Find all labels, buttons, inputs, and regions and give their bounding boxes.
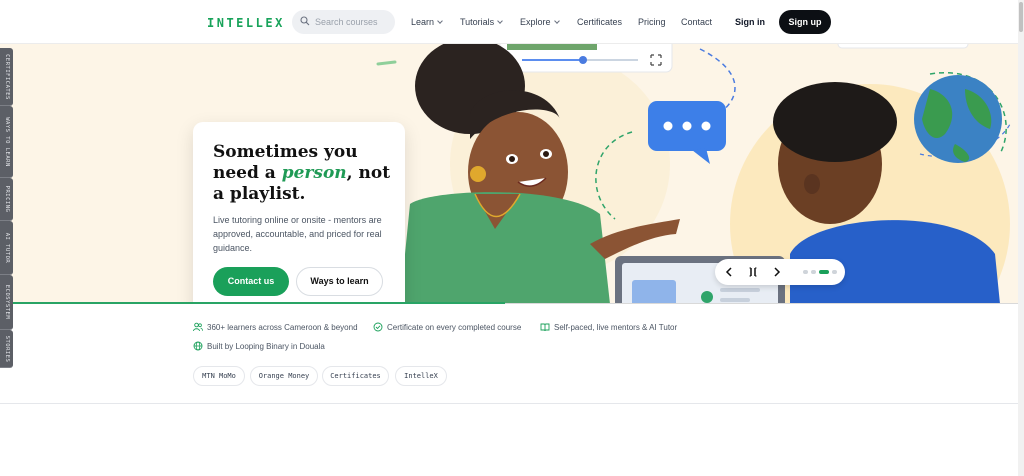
nav-pricing[interactable]: Pricing xyxy=(638,17,666,27)
hero-card: Sometimes you need a person, not a playl… xyxy=(193,122,405,304)
chevron-left-icon[interactable] xyxy=(722,265,736,279)
scrollbar-thumb[interactable] xyxy=(1019,2,1023,32)
contact-us-button[interactable]: Contact us xyxy=(213,267,289,296)
signup-button[interactable]: Sign up xyxy=(779,10,831,34)
pause-icon[interactable] xyxy=(746,265,760,279)
search-box[interactable] xyxy=(292,10,395,34)
section-divider xyxy=(0,403,1018,404)
users-icon xyxy=(193,322,203,332)
globe-icon xyxy=(193,341,203,351)
side-tab-label: PRICING xyxy=(3,185,10,213)
chevron-down-icon xyxy=(553,18,560,24)
side-tab-label: CERTIFICATES xyxy=(3,53,10,100)
hero-subtitle: Live tutoring online or onsite - mentors… xyxy=(213,215,382,253)
page-scrollbar[interactable] xyxy=(1018,0,1024,476)
side-tab-label: STORIES xyxy=(3,335,10,362)
tag-orange-money: Orange Money xyxy=(250,366,318,386)
nav-certificates[interactable]: Certificates xyxy=(577,17,622,27)
side-tab-ways-to-learn[interactable]: WAYS TO LEARN xyxy=(0,106,13,178)
side-tab-label: AI TUTOR xyxy=(3,232,10,263)
feature-text: Certificate on every completed course xyxy=(387,323,522,332)
nav-explore[interactable]: Explore xyxy=(520,17,560,27)
chevron-right-icon[interactable] xyxy=(770,265,784,279)
signin-link[interactable]: Sign in xyxy=(735,17,765,27)
site-header: INTELLEX Learn Tutorials Explore Certifi… xyxy=(0,0,1018,44)
nav-tutorials[interactable]: Tutorials xyxy=(460,17,504,27)
feature-text: Built by Looping Binary in Douala xyxy=(207,342,325,351)
nav-label: Learn xyxy=(411,17,435,27)
carousel-dot-active[interactable] xyxy=(819,270,829,274)
search-input[interactable] xyxy=(315,14,391,30)
side-tab-stories[interactable]: STORIES xyxy=(0,330,13,368)
side-tab-certificates[interactable]: CERTIFICATES xyxy=(0,48,13,106)
hero-title: Sometimes you need a person, not a playl… xyxy=(213,142,393,205)
carousel-dot[interactable] xyxy=(803,270,808,274)
nav-label: Tutorials xyxy=(460,17,495,27)
hero-title-accent: person xyxy=(281,163,347,183)
logo[interactable]: INTELLEX xyxy=(207,16,285,30)
search-icon xyxy=(300,16,310,26)
side-tab-ai-tutor[interactable]: AI TUTOR xyxy=(0,221,13,275)
carousel-controls xyxy=(715,259,845,285)
carousel-dot[interactable] xyxy=(832,270,837,274)
hero-illustration xyxy=(0,44,1018,304)
check-circle-icon xyxy=(373,322,383,332)
feature-text: Self-paced, live mentors & AI Tutor xyxy=(554,323,678,332)
nav-learn[interactable]: Learn xyxy=(411,17,443,27)
carousel-dot[interactable] xyxy=(811,270,816,274)
book-icon xyxy=(540,323,550,332)
side-tab-label: ECOSYSTEM xyxy=(3,284,10,320)
tag-intellex: IntelleX xyxy=(395,366,447,386)
side-tab-pricing[interactable]: PRICING xyxy=(0,178,13,221)
hero-progress-bar xyxy=(0,302,505,304)
chevron-down-icon xyxy=(497,18,504,24)
feature-text: 360+ learners across Cameroon & beyond xyxy=(207,323,358,332)
nav-label: Explore xyxy=(520,17,551,27)
tag-certificates: Certificates xyxy=(322,366,389,386)
tag-mtn-momo: MTN MoMo xyxy=(193,366,245,386)
ways-to-learn-button[interactable]: Ways to learn xyxy=(296,267,383,296)
chevron-down-icon xyxy=(437,18,443,24)
nav-contact[interactable]: Contact xyxy=(681,17,712,27)
hero-banner: Sometimes you need a person, not a playl… xyxy=(0,44,1018,304)
hero-progress-track xyxy=(505,303,1018,304)
side-tab-label: WAYS TO LEARN xyxy=(3,116,10,167)
side-tab-ecosystem[interactable]: ECOSYSTEM xyxy=(0,275,13,330)
